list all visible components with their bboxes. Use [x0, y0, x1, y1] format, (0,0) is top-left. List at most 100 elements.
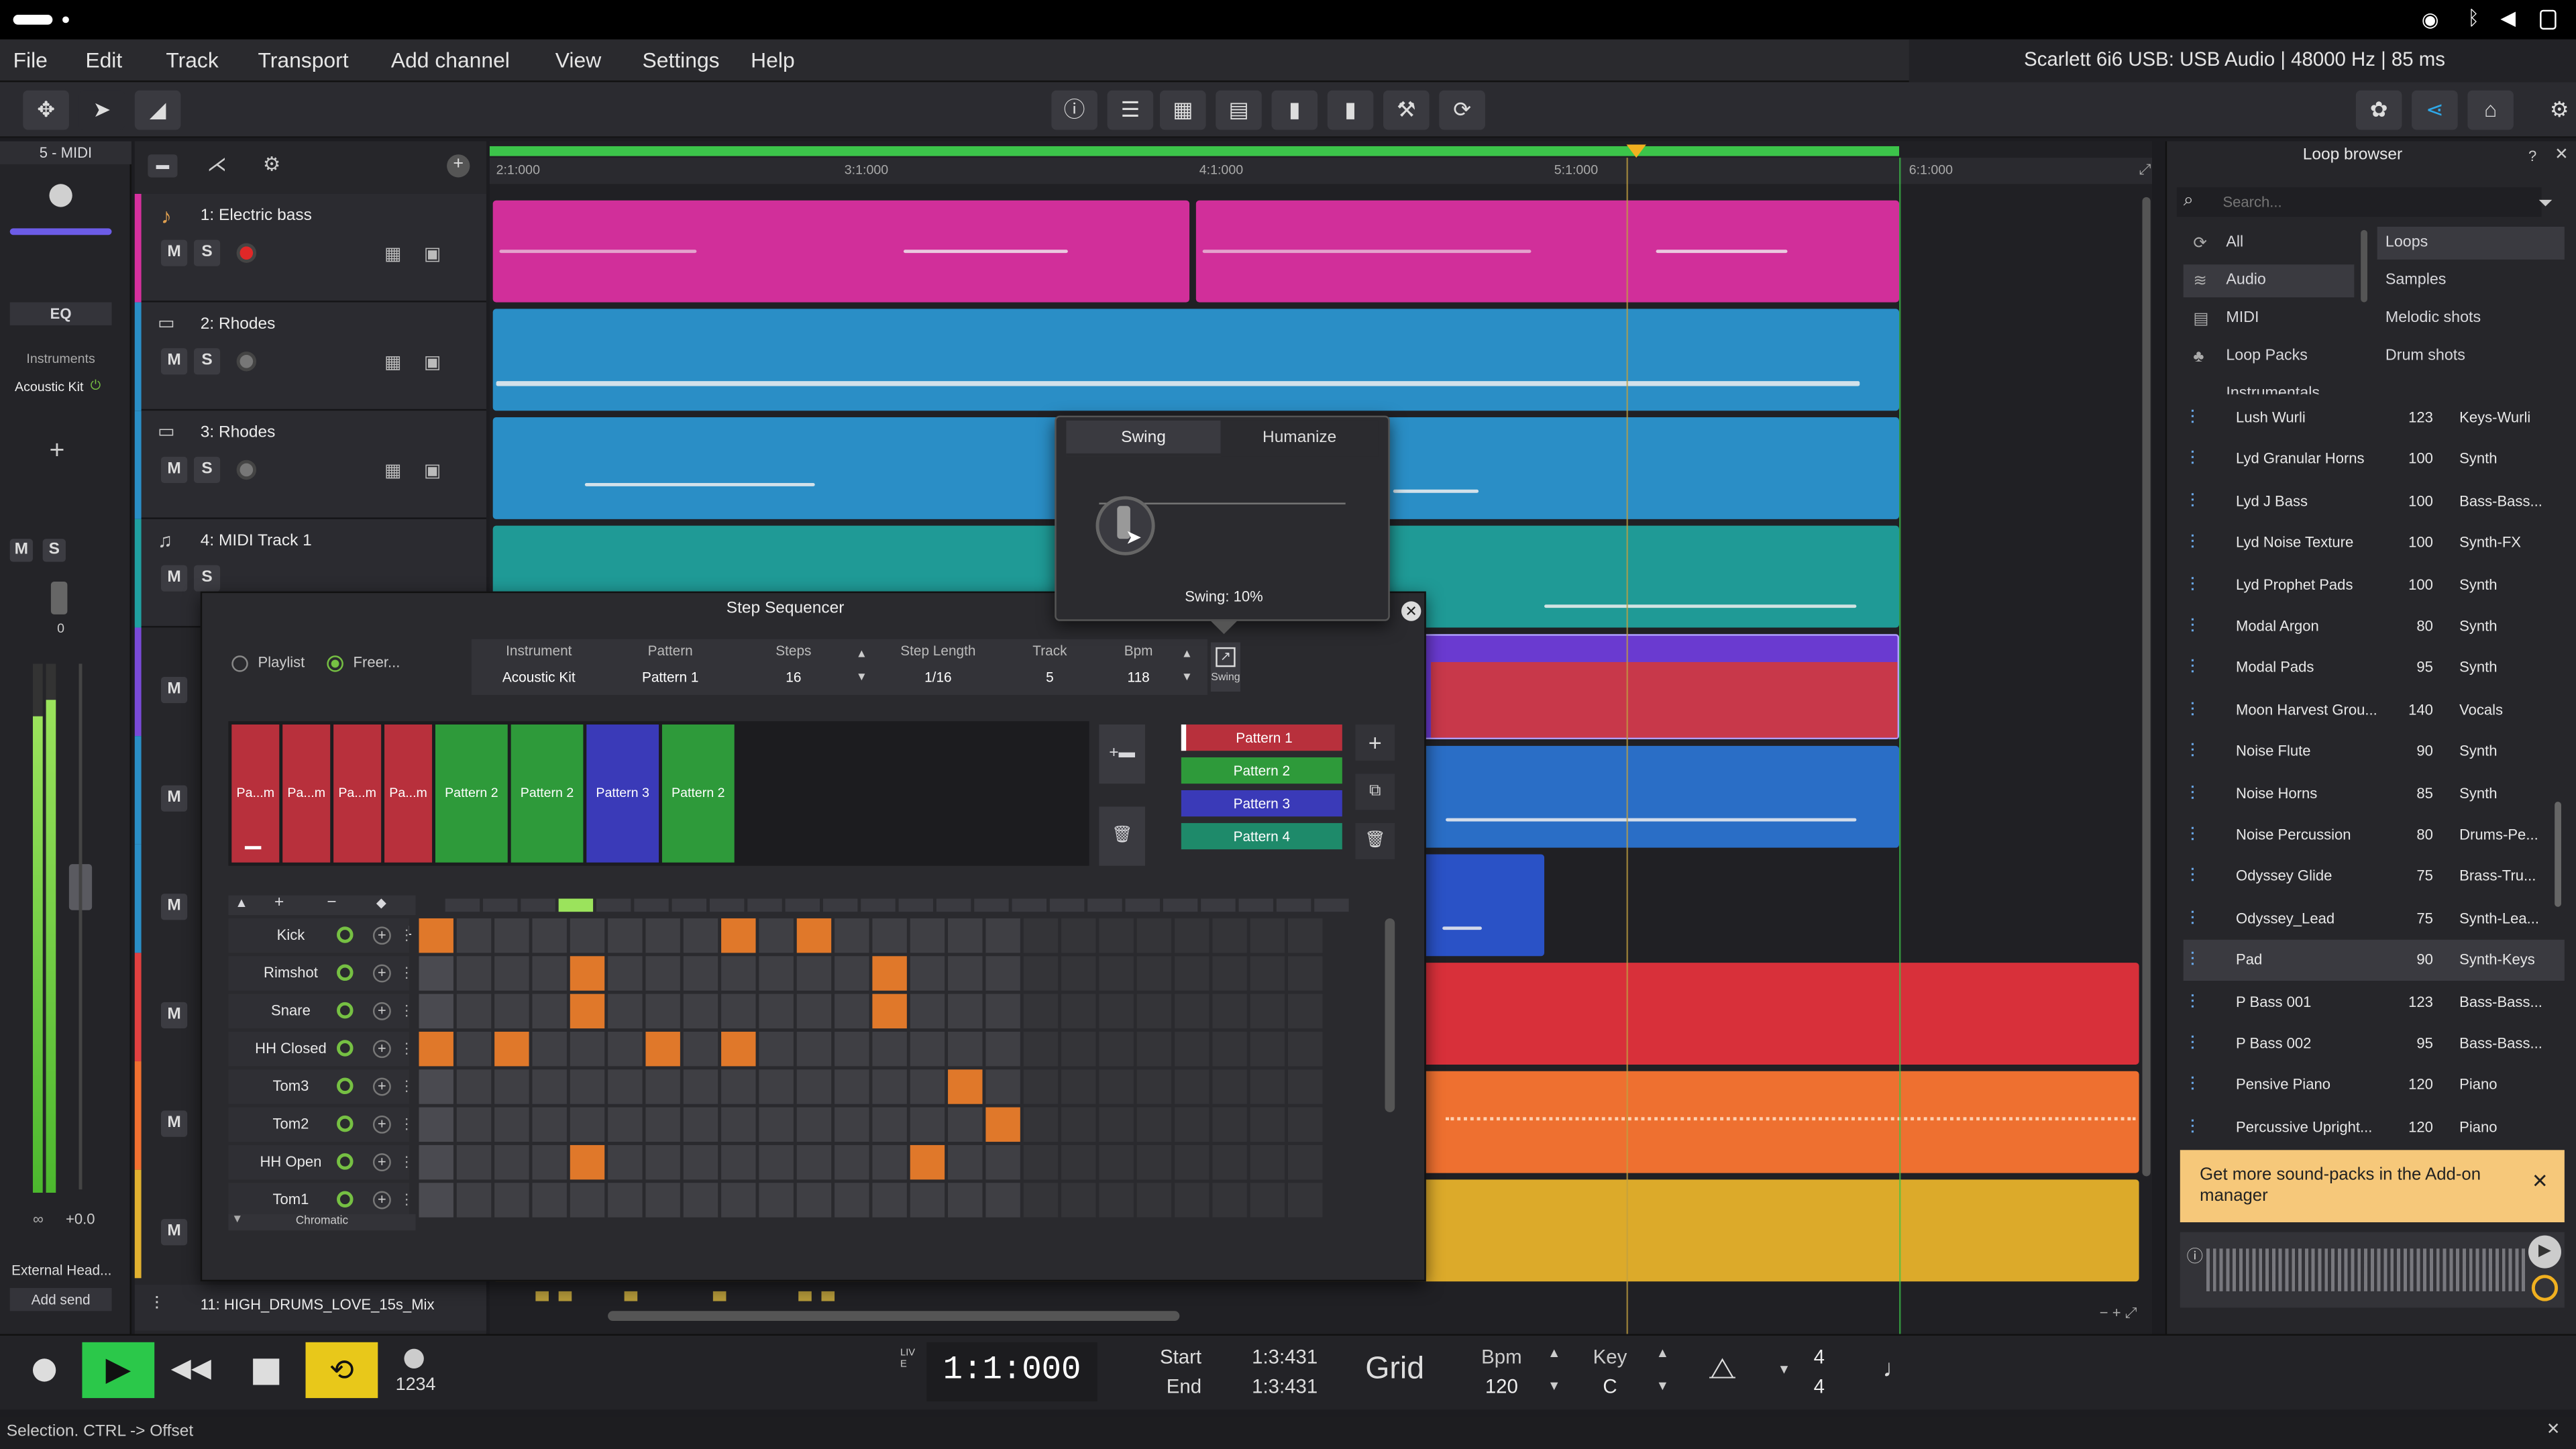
help-icon[interactable]: ? — [2528, 148, 2536, 164]
loop-range-bar[interactable] — [489, 146, 1900, 156]
humanize-tab[interactable]: Humanize — [1220, 420, 1379, 457]
block-remove-icon[interactable] — [244, 846, 262, 850]
step-cell[interactable] — [608, 994, 643, 1029]
loop-item[interactable]: ⫶ Odyssey_Lead 75 Synth-Lea... — [2184, 898, 2565, 939]
mute-button[interactable]: M — [161, 239, 188, 266]
loop-item[interactable]: ⫶ Modal Argon 80 Synth — [2184, 606, 2565, 647]
move-tool-icon[interactable]: ✥ — [23, 90, 69, 130]
home-icon[interactable]: ⌂ — [2467, 90, 2514, 130]
pattern-item[interactable]: Pattern 2 — [1181, 757, 1342, 784]
step-cell[interactable] — [910, 994, 945, 1029]
freerun-mode-label[interactable]: Freer... — [354, 654, 400, 670]
remove-from-playlist-icon[interactable]: 🗑 — [1099, 806, 1145, 866]
solo-button[interactable]: S — [193, 239, 221, 266]
step-cell[interactable] — [835, 918, 869, 953]
horizontal-scrollbar[interactable] — [608, 1311, 1180, 1321]
step-cell[interactable] — [532, 994, 567, 1029]
row-menu-icon[interactable]: ⋮ — [399, 1145, 414, 1179]
step-cell[interactable] — [1099, 1144, 1134, 1180]
step-cell[interactable] — [456, 1144, 492, 1180]
step-cell[interactable] — [419, 994, 453, 1029]
step-cell[interactable] — [1023, 1069, 1059, 1104]
playlist-block[interactable]: Pattern 2 — [435, 724, 508, 863]
step-cell[interactable] — [1288, 994, 1323, 1029]
step-cell[interactable] — [1250, 1031, 1285, 1067]
count-in-value[interactable]: 1234 — [388, 1375, 443, 1395]
step-cell[interactable] — [608, 1144, 643, 1180]
step-cell[interactable] — [1136, 918, 1172, 953]
steps-spinbox[interactable]: 16 — [735, 669, 853, 685]
step-cell[interactable] — [1023, 1144, 1059, 1180]
step-cell[interactable] — [835, 956, 869, 991]
step-cell[interactable] — [796, 1144, 832, 1180]
close-banner-icon[interactable]: ✕ — [2532, 1170, 2548, 1193]
playlist-block[interactable]: Pa...m 1 — [231, 724, 280, 938]
step-cell[interactable] — [456, 1031, 492, 1067]
loop-item[interactable]: ⫶ Lyd Noise Texture 100 Synth-FX — [2184, 523, 2565, 564]
step-cell[interactable] — [683, 994, 718, 1029]
step-cell[interactable] — [1288, 1069, 1323, 1104]
scroll-down-icon[interactable]: ▼ — [231, 1214, 243, 1226]
step-grid-scrollbar[interactable] — [1385, 918, 1395, 1112]
pattern-playlist[interactable]: Pa...m 1 Pa...m 1 Pa...m 1 Pa...m 1 Patt… — [228, 721, 1089, 938]
step-cell[interactable] — [1175, 1144, 1210, 1180]
step-cell[interactable] — [1288, 918, 1323, 953]
step-cell[interactable] — [1099, 918, 1134, 953]
instrument-row-label[interactable]: HH Closed + ⋮ — [228, 1031, 414, 1067]
playlist-block[interactable]: Pattern 3 — [586, 724, 659, 863]
step-cell[interactable] — [948, 1183, 983, 1218]
step-cell[interactable] — [1250, 956, 1285, 991]
step-cell[interactable] — [570, 1069, 605, 1104]
track-row[interactable]: ♪ 1: Electric bass M S ▦ ▣ — [134, 193, 486, 303]
step-cell[interactable] — [759, 918, 794, 953]
loop-item[interactable]: ⫶ Noise Percussion 80 Drums-Pe... — [2184, 815, 2565, 856]
playlist-block[interactable]: Pa...m 1 — [333, 724, 382, 938]
duplicate-pattern-icon[interactable]: ⧉ — [1355, 773, 1395, 810]
preview-info-icon[interactable]: ⓘ — [2187, 1242, 2203, 1267]
step-cell[interactable] — [759, 956, 794, 991]
step-cell[interactable] — [796, 956, 832, 991]
type-loops[interactable]: Loops — [2377, 226, 2565, 260]
open-editor-icon[interactable]: ▣ — [424, 243, 441, 264]
step-cell[interactable] — [872, 1107, 907, 1142]
instrument-name[interactable]: Acoustic Kit — [15, 380, 83, 394]
automation-icon[interactable]: ⋌ — [207, 153, 227, 176]
step-cell[interactable] — [1212, 1183, 1247, 1218]
row-add-icon[interactable]: + — [372, 1002, 391, 1020]
audio-clip[interactable] — [492, 200, 1190, 303]
step-cell[interactable] — [532, 1069, 567, 1104]
step-cell[interactable] — [608, 1069, 643, 1104]
row-add-icon[interactable]: + — [372, 926, 391, 945]
row-add-icon[interactable]: + — [372, 1153, 391, 1172]
filter-icon[interactable]: ⏷ — [2538, 194, 2553, 215]
loop-item[interactable]: ⫶ Noise Flute 90 Synth — [2184, 731, 2565, 772]
mute-button[interactable]: M — [161, 676, 188, 704]
step-cell[interactable] — [1023, 956, 1059, 991]
step-cell[interactable] — [1061, 1031, 1096, 1067]
step-cell[interactable] — [570, 994, 605, 1029]
time-sig-bottom[interactable]: 4 — [1814, 1375, 1825, 1398]
step-cell[interactable] — [1099, 1031, 1134, 1067]
step-cell[interactable] — [645, 1144, 680, 1180]
step-cell[interactable] — [494, 994, 529, 1029]
step-cell[interactable] — [721, 1069, 756, 1104]
mute-button[interactable]: M — [161, 348, 188, 375]
add-to-playlist-icon[interactable]: +▬ — [1099, 724, 1145, 784]
step-cell[interactable] — [1023, 1183, 1059, 1218]
add-pattern-icon[interactable]: + — [1355, 724, 1395, 761]
loop-item[interactable]: ⫶ Lush Wurli 123 Keys-Wurli — [2184, 398, 2565, 439]
step-cell[interactable] — [1250, 1069, 1285, 1104]
loop-button[interactable]: ⟲ — [305, 1342, 378, 1399]
step-cell[interactable] — [1023, 918, 1059, 953]
step-cell[interactable] — [1175, 956, 1210, 991]
strip-solo-button[interactable]: S — [42, 539, 66, 562]
loop-item[interactable]: ⫶ Lyd J Bass 100 Bass-Bass... — [2184, 481, 2565, 522]
step-cell[interactable] — [532, 1107, 567, 1142]
step-cell[interactable] — [419, 956, 453, 991]
type-drum-shots[interactable]: Drum shots — [2377, 340, 2565, 373]
instrument-row-label[interactable]: Tom3 + ⋮ — [228, 1069, 414, 1104]
step-cell[interactable] — [1212, 918, 1247, 953]
category-instrumentals[interactable]: Instrumentals — [2184, 378, 2355, 394]
grid-view-icon[interactable]: ▦ — [384, 460, 401, 481]
step-cell[interactable] — [796, 1183, 832, 1218]
